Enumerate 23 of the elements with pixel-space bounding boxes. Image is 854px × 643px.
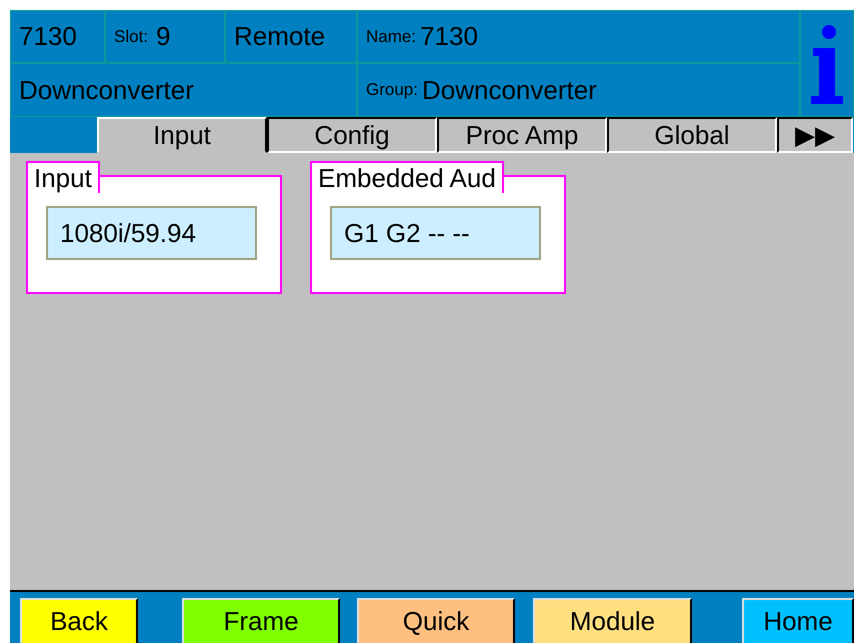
nav-button[interactable]: Frame bbox=[182, 598, 340, 643]
tab[interactable]: ▶▶ bbox=[777, 117, 853, 153]
module-type: Downconverter bbox=[10, 63, 357, 117]
name-value: 7130 bbox=[420, 20, 478, 53]
nav-button[interactable]: Quick bbox=[357, 598, 515, 643]
value-field: 1080i/59.94 bbox=[46, 206, 257, 260]
tab[interactable]: Input bbox=[97, 117, 267, 153]
nav-button[interactable]: Home bbox=[742, 598, 854, 643]
panel-title: Embedded Aud bbox=[310, 161, 504, 193]
slot-number: 9 bbox=[156, 20, 170, 53]
nav-button[interactable]: Module bbox=[533, 598, 692, 643]
group-label: Group: bbox=[366, 79, 418, 102]
group-value: Downconverter bbox=[422, 74, 597, 106]
tab[interactable]: Global bbox=[607, 117, 777, 153]
slot-label: Slot: bbox=[114, 26, 148, 48]
module-id: 7130 bbox=[10, 10, 105, 63]
tab[interactable]: Config bbox=[267, 117, 437, 153]
panel-title: Input bbox=[26, 161, 100, 193]
mode-text: Remote bbox=[225, 10, 357, 63]
name-label: Name: bbox=[366, 26, 416, 48]
value-field: G1 G2 -- -- bbox=[330, 206, 541, 260]
nav-button[interactable]: Back bbox=[20, 598, 138, 643]
tab[interactable]: Proc Amp bbox=[437, 117, 607, 153]
